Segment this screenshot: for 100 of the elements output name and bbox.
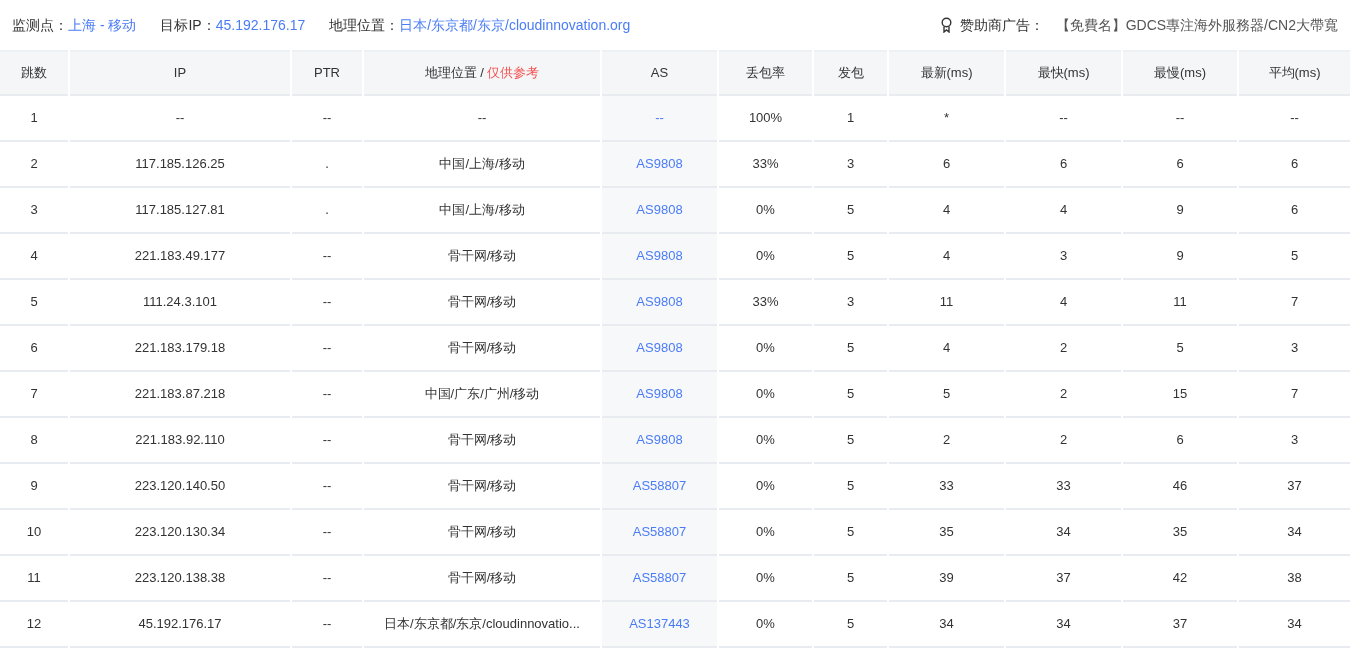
table-cell: 221.183.92.110 — [70, 418, 290, 464]
as-link[interactable]: AS9808 — [602, 142, 717, 188]
table-cell: 2 — [0, 142, 68, 188]
table-cell: 0% — [719, 372, 812, 418]
column-header: AS — [602, 50, 717, 96]
table-cell: 0% — [719, 326, 812, 372]
table-cell: -- — [292, 510, 362, 556]
table-cell: 骨干网/移动 — [364, 234, 600, 280]
table-cell: 2 — [1006, 418, 1121, 464]
as-link[interactable]: AS58807 — [602, 510, 717, 556]
table-cell: * — [889, 96, 1004, 142]
table-cell: 117.185.126.25 — [70, 142, 290, 188]
table-cell: 6 — [0, 326, 68, 372]
table-cell: -- — [292, 326, 362, 372]
table-cell: 4 — [1006, 280, 1121, 326]
table-cell: 中国/上海/移动 — [364, 142, 600, 188]
column-header: IP — [70, 50, 290, 96]
table-cell: 35 — [1123, 510, 1237, 556]
as-link[interactable]: -- — [602, 96, 717, 142]
table-cell: 33% — [719, 142, 812, 188]
table-cell: 221.183.87.218 — [70, 372, 290, 418]
table-cell: 100% — [719, 96, 812, 142]
table-cell: 8 — [0, 418, 68, 464]
table-cell: 2 — [889, 418, 1004, 464]
table-cell: 6 — [889, 142, 1004, 188]
sponsor-link[interactable]: 【免費名】GDCS專注海外服務器/CN2大帶寬 — [1055, 14, 1338, 36]
info-label: 目标IP： — [160, 15, 216, 35]
table-cell: 中国/上海/移动 — [364, 188, 600, 234]
as-link[interactable]: AS9808 — [602, 280, 717, 326]
table-cell: 37 — [1006, 556, 1121, 602]
table-cell: 221.183.49.177 — [70, 234, 290, 280]
column-header: 发包 — [814, 50, 887, 96]
table-cell: 7 — [1239, 280, 1350, 326]
column-header: 平均(ms) — [1239, 50, 1350, 96]
table-cell: 骨干网/移动 — [364, 464, 600, 510]
table-cell: 9 — [1123, 234, 1237, 280]
column-header: 最快(ms) — [1006, 50, 1121, 96]
info-label: 地理位置： — [329, 15, 400, 35]
info-value: 日本/东京都/东京/cloudinnovation.org — [399, 15, 631, 35]
table-cell: 6 — [1239, 188, 1350, 234]
table-cell: 骨干网/移动 — [364, 326, 600, 372]
sponsor-label: 赞助商广告： — [959, 15, 1044, 35]
table-cell: 11 — [0, 556, 68, 602]
table-cell: 5 — [814, 234, 887, 280]
as-link[interactable]: AS9808 — [602, 234, 717, 280]
as-link[interactable]: AS58807 — [602, 556, 717, 602]
table-cell: 骨干网/移动 — [364, 418, 600, 464]
table-cell: 5 — [814, 188, 887, 234]
table-cell: -- — [292, 556, 362, 602]
table-cell: . — [292, 188, 362, 234]
table-cell: 2 — [1006, 326, 1121, 372]
table-cell: 6 — [1123, 418, 1237, 464]
table-cell: 0% — [719, 602, 812, 648]
table-cell: 1 — [814, 96, 887, 142]
table-cell: 33% — [719, 280, 812, 326]
table-cell: -- — [364, 96, 600, 142]
table-cell: 221.183.179.18 — [70, 326, 290, 372]
table-cell: 7 — [1239, 372, 1350, 418]
table-cell: 35 — [889, 510, 1004, 556]
table-cell: -- — [292, 234, 362, 280]
table-cell: 223.120.140.50 — [70, 464, 290, 510]
table-cell: 0% — [719, 556, 812, 602]
as-link[interactable]: AS137443 — [602, 602, 717, 648]
table-cell: -- — [1006, 96, 1121, 142]
table-cell: 3 — [814, 142, 887, 188]
table-cell: 5 — [1239, 234, 1350, 280]
column-header: PTR — [292, 50, 362, 96]
as-link[interactable]: AS9808 — [602, 372, 717, 418]
column-header: 最新(ms) — [889, 50, 1004, 96]
table-cell: 5 — [814, 326, 887, 372]
table-cell: 34 — [889, 602, 1004, 648]
table-cell: -- — [292, 372, 362, 418]
table-cell: 3 — [1239, 418, 1350, 464]
table-cell: 2 — [1006, 372, 1121, 418]
table-cell: 5 — [889, 372, 1004, 418]
as-link[interactable]: AS9808 — [602, 188, 717, 234]
column-header: 跳数 — [0, 50, 68, 96]
table-cell: 9 — [0, 464, 68, 510]
table-cell: 34 — [1006, 510, 1121, 556]
table-cell: -- — [292, 464, 362, 510]
table-cell: 4 — [1006, 188, 1121, 234]
table-cell: 0% — [719, 188, 812, 234]
table-cell: 6 — [1123, 142, 1237, 188]
table-cell: 11 — [1123, 280, 1237, 326]
info-value: 45.192.176.17 — [215, 15, 306, 35]
info-value: 上海 - 移动 — [68, 15, 137, 35]
table-cell: 日本/东京都/东京/cloudinnovatio... — [364, 602, 600, 648]
as-link[interactable]: AS9808 — [602, 418, 717, 464]
table-cell: 5 — [814, 602, 887, 648]
table-cell: 33 — [1006, 464, 1121, 510]
table-cell: 4 — [0, 234, 68, 280]
column-header: 丢包率 — [719, 50, 812, 96]
table-cell: -- — [292, 418, 362, 464]
table-cell: 骨干网/移动 — [364, 510, 600, 556]
table-cell: 4 — [889, 326, 1004, 372]
table-cell: 3 — [814, 280, 887, 326]
table-cell: 5 — [814, 510, 887, 556]
as-link[interactable]: AS9808 — [602, 326, 717, 372]
as-link[interactable]: AS58807 — [602, 464, 717, 510]
table-cell: 0% — [719, 234, 812, 280]
